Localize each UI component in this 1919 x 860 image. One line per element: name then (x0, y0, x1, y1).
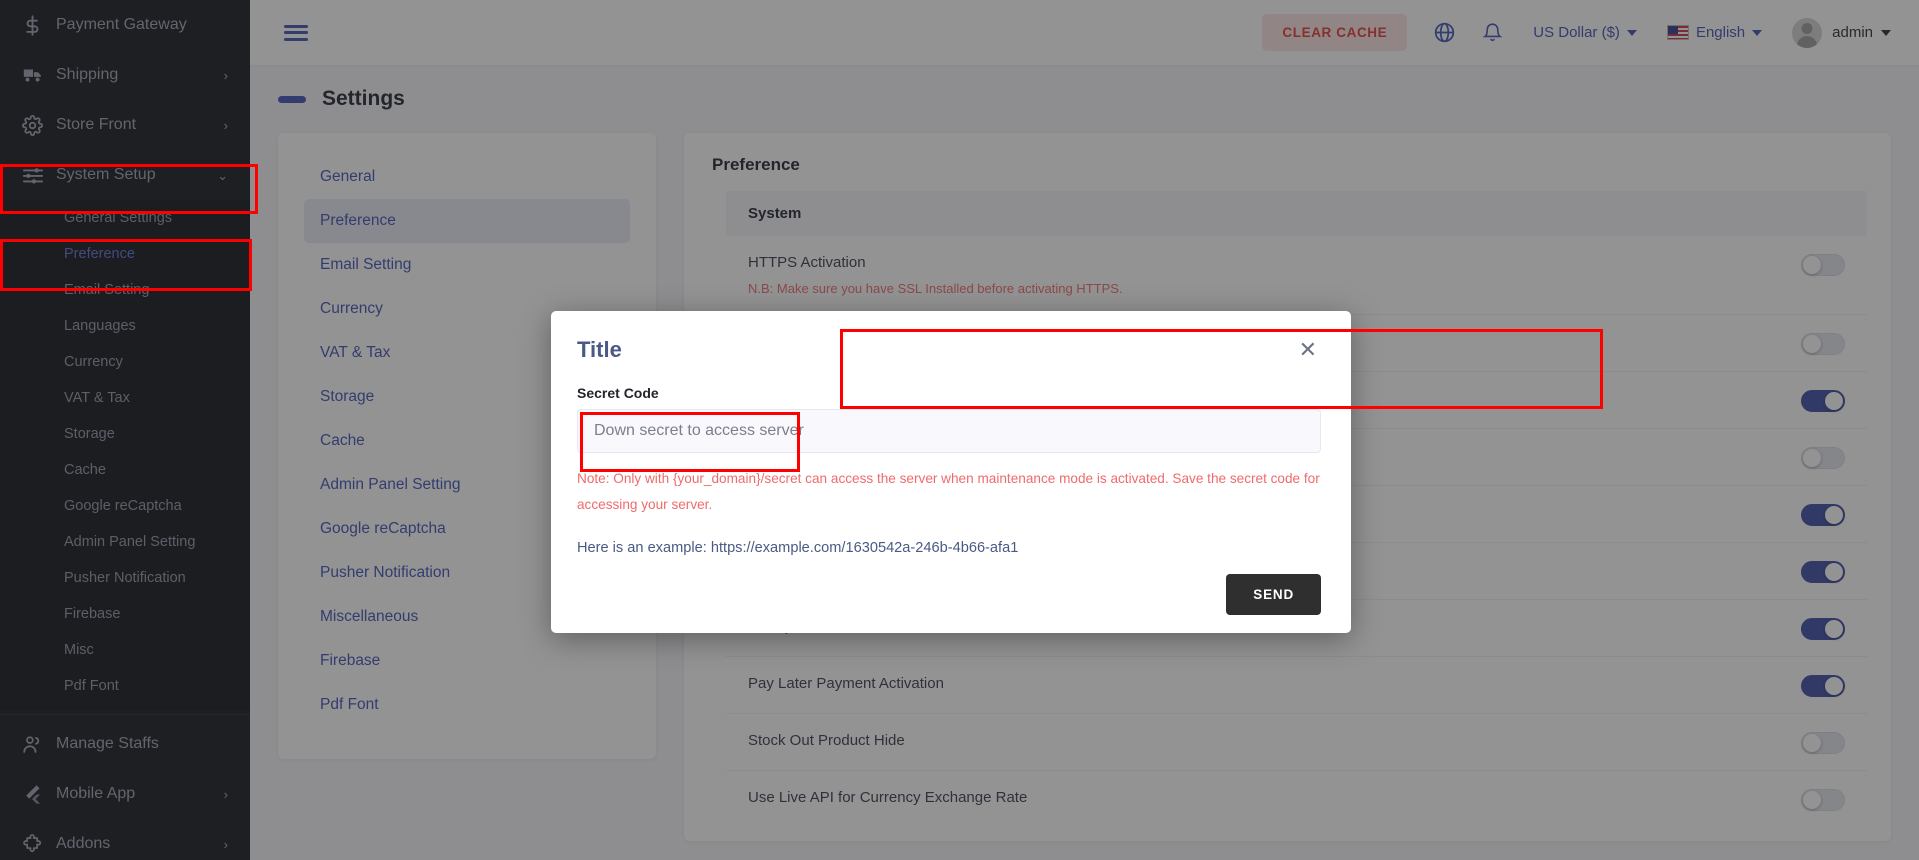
app-root: Payment Gateway Shipping › (0, 0, 1919, 860)
secret-code-note: Note: Only with {your_domain}/secret can… (577, 471, 1320, 512)
close-icon[interactable]: ✕ (1295, 337, 1321, 363)
secret-code-example: Here is an example: https://example.com/… (577, 540, 1019, 556)
secret-code-modal: Title ✕ Secret Code Note: Only with {you… (551, 311, 1351, 633)
modal-footer: SEND (577, 574, 1321, 615)
modal-title: Title (577, 337, 622, 362)
modal-header: Title ✕ (577, 337, 1321, 363)
secret-code-label: Secret Code (577, 385, 659, 401)
secret-code-input[interactable] (577, 409, 1321, 453)
send-button[interactable]: SEND (1226, 574, 1321, 615)
